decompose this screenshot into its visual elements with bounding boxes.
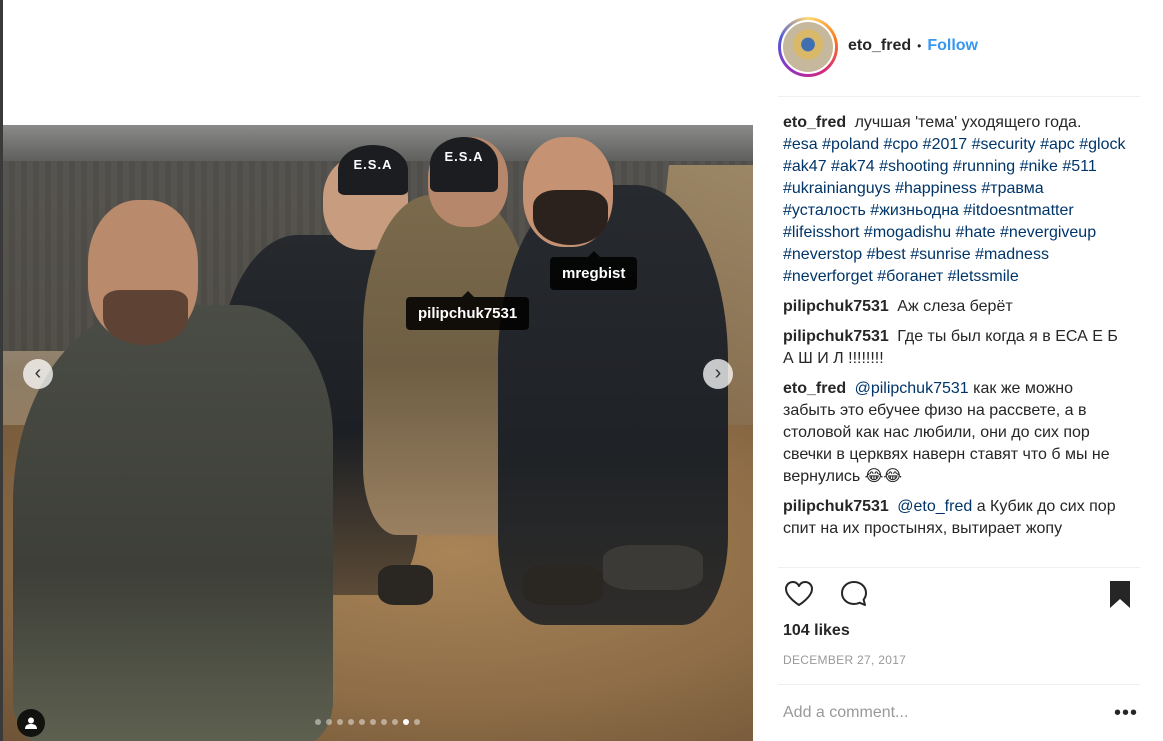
post-date: DECEMBER 27, 2017 (783, 653, 907, 667)
post-header: eto_fred • Follow (778, 17, 1140, 97)
caption: eto_fred лучшая 'тема' уходящего года. #… (783, 112, 1128, 288)
avatar[interactable] (781, 20, 835, 74)
header-divider (778, 96, 1140, 97)
boot (603, 545, 703, 590)
chevron-right-icon: › (714, 362, 722, 384)
user-tags-button[interactable] (17, 709, 45, 737)
person-4-beard (533, 190, 608, 245)
add-comment-input[interactable] (783, 704, 1083, 722)
post-side-panel: eto_fred • Follow eto_fred лучшая 'тема'… (753, 0, 1163, 741)
carousel-dot[interactable] (392, 719, 398, 725)
carousel-dot[interactable] (381, 719, 387, 725)
author-username[interactable]: eto_fred (848, 37, 911, 55)
separator-dot: • (917, 39, 922, 53)
person-1-beard (103, 290, 188, 345)
actions-divider (778, 567, 1140, 568)
more-icon[interactable]: ••• (1114, 703, 1138, 723)
bookmark-icon (1110, 581, 1130, 608)
carousel-dot[interactable] (359, 719, 365, 725)
photo-user-tag[interactable]: mregbist (550, 251, 638, 290)
comment-username[interactable]: pilipchuk7531 (783, 498, 889, 515)
cap-esa-2: E.S.A (430, 137, 498, 192)
caption-username[interactable]: eto_fred (783, 114, 846, 131)
cap-esa-1: E.S.A (338, 145, 408, 195)
comment-composer: ••• (783, 700, 1138, 726)
like-button[interactable] (783, 578, 817, 612)
carousel-dot[interactable] (370, 719, 376, 725)
carousel-prev-button[interactable]: ‹ (23, 359, 53, 389)
comment-item: pilipchuk7531 Где ты был когда я в ЕСА Е… (783, 326, 1128, 370)
carousel-dots (315, 719, 420, 725)
comment-icon (841, 581, 867, 606)
comment-button[interactable] (838, 578, 872, 612)
comment-item: eto_fred @pilipchuk7531 как же можно заб… (783, 378, 1128, 488)
story-ring[interactable] (778, 17, 838, 77)
header-text: eto_fred • Follow (848, 37, 978, 55)
like-count[interactable]: 104 likes (783, 622, 850, 640)
photo-scene: E.S.A E.S.A (3, 125, 753, 741)
comment-username[interactable]: pilipchuk7531 (783, 298, 889, 315)
comments-list[interactable]: eto_fred лучшая 'тема' уходящего года. #… (783, 112, 1128, 567)
user-tag-icon (25, 717, 37, 729)
comment-text: Аж слеза берёт (897, 298, 1013, 315)
comment-item: pilipchuk7531 @eto_fred а Кубик до сих п… (783, 496, 1128, 540)
heart-icon (785, 581, 813, 606)
carousel-dot[interactable] (348, 719, 354, 725)
follow-button[interactable]: Follow (927, 37, 978, 55)
comment-item: pilipchuk7531 Аж слеза берёт (783, 296, 1128, 318)
carousel-dot[interactable] (337, 719, 343, 725)
post-photo[interactable]: E.S.A E.S.A pilipchuk7531 mregbist ‹ › (3, 0, 753, 741)
caption-hashtags[interactable]: #esa #poland #cpo #2017 #security #apc #… (783, 136, 1125, 285)
carousel-dot[interactable] (403, 719, 409, 725)
chevron-left-icon: ‹ (34, 362, 42, 384)
boot (523, 565, 603, 605)
comment-username[interactable]: pilipchuk7531 (783, 328, 889, 345)
caption-text: лучшая 'тема' уходящего года. (854, 114, 1082, 131)
boot (378, 565, 433, 605)
carousel-dot[interactable] (326, 719, 332, 725)
carousel-next-button[interactable]: › (703, 359, 733, 389)
comment-username[interactable]: eto_fred (783, 380, 846, 397)
photo-user-tag[interactable]: pilipchuk7531 (406, 291, 530, 330)
carousel-dot[interactable] (414, 719, 420, 725)
person-1-body (13, 305, 333, 741)
comment-mention[interactable]: @pilipchuk7531 (855, 380, 969, 397)
carousel-dot[interactable] (315, 719, 321, 725)
save-button[interactable] (1104, 578, 1138, 612)
action-bar (783, 578, 1138, 612)
comment-mention[interactable]: @eto_fred (897, 498, 972, 515)
composer-divider (778, 684, 1140, 685)
